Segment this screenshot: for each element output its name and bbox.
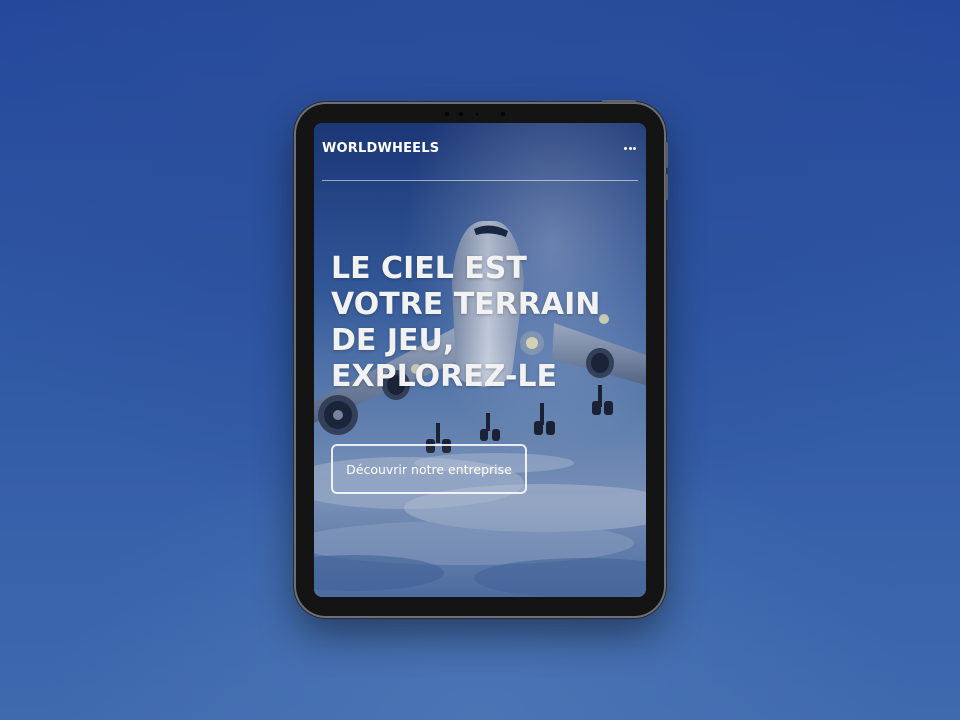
tablet-screen: WORLDWHEELS LE CIEL EST VOTRE TERRAIN DE… bbox=[314, 123, 646, 597]
menu-dot bbox=[628, 147, 632, 150]
front-camera-sensors bbox=[444, 110, 516, 118]
discover-company-button[interactable]: Découvrir notre entreprise bbox=[331, 444, 527, 494]
sensor-dot bbox=[458, 111, 464, 117]
site-logo-text[interactable]: WORLDWHEELS bbox=[322, 141, 439, 156]
more-horizontal-icon[interactable] bbox=[622, 143, 638, 153]
menu-dot bbox=[633, 147, 636, 150]
hero-title-line: VOTRE TERRAIN bbox=[331, 287, 601, 322]
volume-down-button bbox=[665, 174, 668, 200]
volume-up-button bbox=[665, 142, 668, 168]
site-header: WORLDWHEELS bbox=[322, 123, 638, 181]
sensor-dot bbox=[444, 111, 450, 117]
power-button bbox=[602, 100, 636, 103]
hero-title-line: EXPLOREZ-LE bbox=[331, 359, 558, 394]
hero-title-line: DE JEU, bbox=[331, 323, 455, 358]
hero-title: LE CIEL EST VOTRE TERRAIN DE JEU, EXPLOR… bbox=[331, 251, 641, 395]
menu-dot bbox=[624, 147, 627, 150]
hero-title-line: LE CIEL EST bbox=[331, 251, 527, 286]
sensor-dot bbox=[500, 111, 506, 117]
tablet-device-frame: WORLDWHEELS LE CIEL EST VOTRE TERRAIN DE… bbox=[296, 100, 668, 616]
camera-lens bbox=[475, 112, 479, 116]
